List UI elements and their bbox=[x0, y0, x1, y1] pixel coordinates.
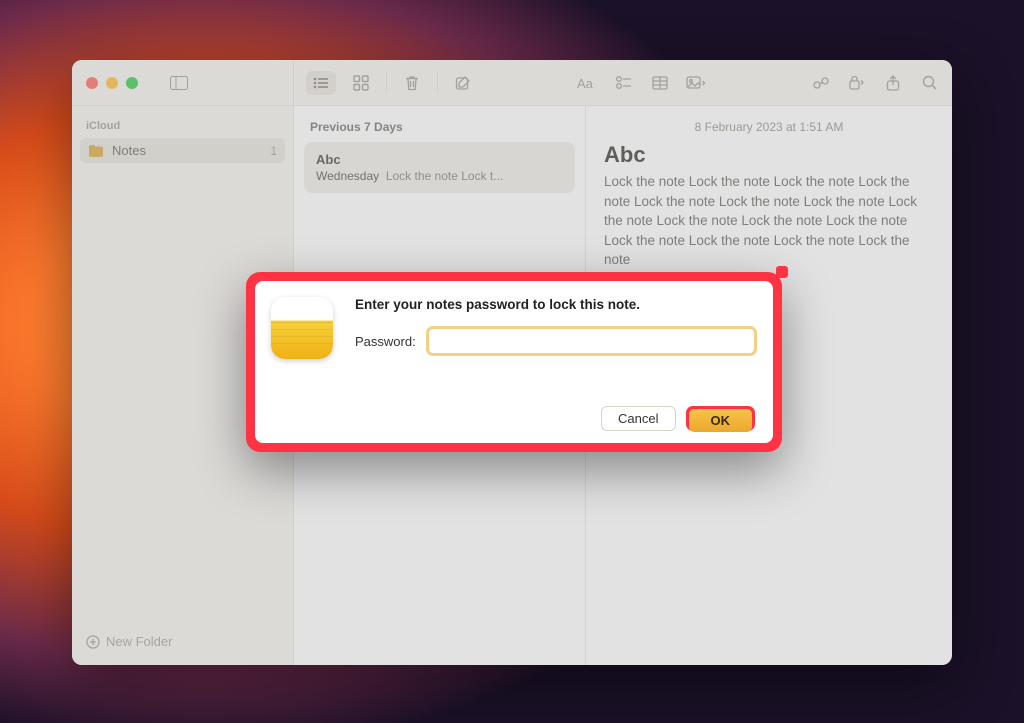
toolbar-separator bbox=[386, 72, 387, 94]
note-timestamp: 8 February 2023 at 1:51 AM bbox=[604, 116, 934, 142]
sidebar-item-label: Notes bbox=[112, 143, 146, 158]
toolbar: Aa bbox=[294, 60, 952, 106]
password-input[interactable] bbox=[428, 328, 755, 354]
note-title: Abc bbox=[604, 142, 934, 168]
view-list-icon[interactable] bbox=[306, 71, 336, 95]
format-text-icon[interactable]: Aa bbox=[577, 72, 599, 94]
search-icon[interactable] bbox=[918, 72, 940, 94]
dialog-highlight-frame: Enter your notes password to lock this n… bbox=[246, 272, 782, 452]
toolbar-format-group: Aa bbox=[577, 72, 707, 94]
toolbar-separator bbox=[437, 72, 438, 94]
titlebar-left bbox=[72, 60, 294, 106]
share-icon[interactable] bbox=[882, 72, 904, 94]
sidebar-toggle-icon[interactable] bbox=[168, 72, 190, 94]
compose-icon[interactable] bbox=[452, 72, 474, 94]
svg-text:Aa: Aa bbox=[577, 76, 594, 90]
sidebar-item-count: 1 bbox=[270, 144, 277, 158]
view-grid-icon[interactable] bbox=[350, 72, 372, 94]
new-folder-button[interactable]: New Folder bbox=[80, 626, 285, 657]
password-row: Password: bbox=[355, 328, 755, 354]
checklist-icon[interactable] bbox=[613, 72, 635, 94]
media-icon[interactable] bbox=[685, 72, 707, 94]
note-list-item[interactable]: Abc Wednesday Lock the note Lock t... bbox=[304, 142, 575, 193]
window-zoom-button[interactable] bbox=[126, 77, 138, 89]
folder-icon bbox=[88, 144, 104, 157]
notes-list-section-label: Previous 7 Days bbox=[304, 116, 575, 142]
dialog-actions: Cancel OK bbox=[355, 354, 755, 431]
sidebar-section-label: iCloud bbox=[80, 116, 285, 138]
notes-app-icon bbox=[271, 297, 333, 359]
plus-circle-icon bbox=[86, 635, 100, 649]
lock-icon[interactable] bbox=[846, 72, 868, 94]
note-item-preview: Lock the note Lock t... bbox=[386, 169, 503, 183]
ok-button-highlight: OK bbox=[686, 406, 756, 431]
note-item-day: Wednesday bbox=[316, 169, 379, 183]
window-minimize-button[interactable] bbox=[106, 77, 118, 89]
dialog-title: Enter your notes password to lock this n… bbox=[355, 295, 755, 328]
trash-icon[interactable] bbox=[401, 72, 423, 94]
note-item-title: Abc bbox=[316, 152, 563, 167]
window-close-button[interactable] bbox=[86, 77, 98, 89]
sidebar-item-notes[interactable]: Notes 1 bbox=[80, 138, 285, 163]
toolbar-right-group bbox=[810, 72, 940, 94]
link-icon[interactable] bbox=[810, 72, 832, 94]
ok-button[interactable]: OK bbox=[689, 409, 753, 432]
table-icon[interactable] bbox=[649, 72, 671, 94]
note-body: Lock the note Lock the note Lock the not… bbox=[604, 172, 934, 270]
note-item-subtitle: Wednesday Lock the note Lock t... bbox=[316, 169, 563, 183]
lock-note-password-dialog: Enter your notes password to lock this n… bbox=[255, 281, 773, 443]
password-label: Password: bbox=[355, 334, 416, 349]
new-folder-label: New Folder bbox=[106, 634, 172, 649]
cancel-button[interactable]: Cancel bbox=[601, 406, 675, 431]
